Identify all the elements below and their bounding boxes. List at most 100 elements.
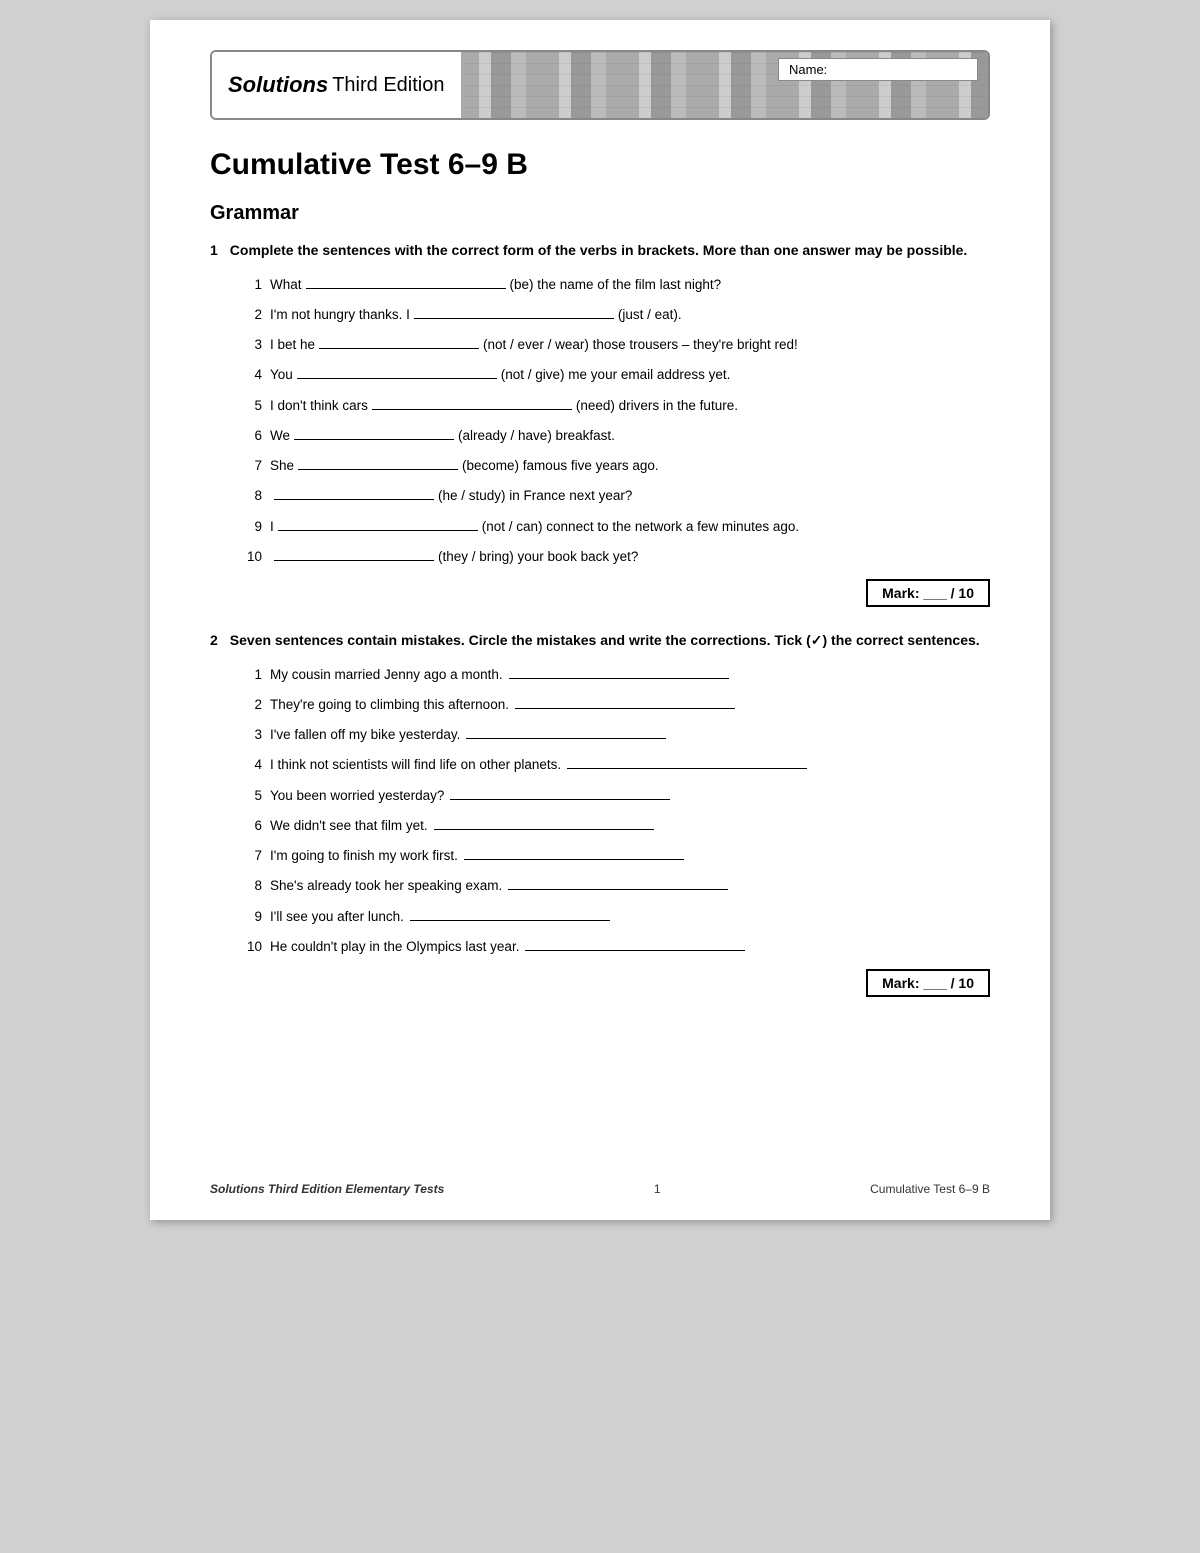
footer-italic: Solutions <box>210 1182 265 1196</box>
page-footer: Solutions Third Edition Elementary Tests… <box>210 1182 990 1196</box>
page: Solutions Third Edition Name: Cumulative… <box>150 20 1050 1220</box>
header-logo: Solutions Third Edition <box>212 52 461 118</box>
footer-right: Cumulative Test 6–9 B <box>870 1182 990 1196</box>
name-box: Name: <box>778 58 978 81</box>
list-item: 9 I'll see you after lunch. <box>238 905 990 927</box>
item-text: (he / study) in France next year? <box>270 484 990 506</box>
item-text: What(be) the name of the film last night… <box>270 273 990 295</box>
item-text: She's already took her speaking exam. <box>270 874 990 896</box>
item-num: 10 <box>238 937 262 957</box>
item-text: I've fallen off my bike yesterday. <box>270 723 990 745</box>
answer-blank <box>278 515 478 531</box>
answer-blank <box>319 333 479 349</box>
item-num: 1 <box>238 665 262 685</box>
exercise-2-num: 2 <box>210 631 218 651</box>
item-text: He couldn't play in the Olympics last ye… <box>270 935 990 957</box>
correction-blank <box>410 905 610 921</box>
item-text: She(become) famous five years ago. <box>270 454 990 476</box>
list-item: 5 I don't think cars(need) drivers in th… <box>238 394 990 416</box>
mark-denom: / 10 <box>951 585 974 601</box>
item-text: I(not / can) connect to the network a fe… <box>270 515 990 537</box>
item-num: 10 <box>238 547 262 567</box>
exercise-1-mark-box: Mark: ___ / 10 <box>210 579 990 607</box>
exercise-1-num: 1 <box>210 241 218 261</box>
item-num: 9 <box>238 517 262 537</box>
exercise-2-items: 1 My cousin married Jenny ago a month. 2… <box>238 663 990 958</box>
mark-badge: Mark: ___ / 10 <box>866 579 990 607</box>
item-num: 8 <box>238 486 262 506</box>
item-text: I think not scientists will find life on… <box>270 753 990 775</box>
mark-badge: Mark: ___ / 10 <box>866 969 990 997</box>
list-item: 2 I'm not hungry thanks. I(just / eat). <box>238 303 990 325</box>
exercise-1-header: 1 Complete the sentences with the correc… <box>210 241 990 261</box>
item-num: 4 <box>238 365 262 385</box>
item-num: 1 <box>238 275 262 295</box>
list-item: 4 I think not scientists will find life … <box>238 753 990 775</box>
footer-left: Solutions Third Edition Elementary Tests <box>210 1182 444 1196</box>
list-item: 6 We didn't see that film yet. <box>238 814 990 836</box>
logo-rest: Third Edition <box>332 74 444 97</box>
exercise-1: 1 Complete the sentences with the correc… <box>210 241 990 607</box>
list-item: 6 We(already / have) breakfast. <box>238 424 990 446</box>
exercise-1-items: 1 What(be) the name of the film last nig… <box>238 273 990 568</box>
exercise-2-instruction: Seven sentences contain mistakes. Circle… <box>230 631 980 651</box>
list-item: 7 I'm going to finish my work first. <box>238 844 990 866</box>
list-item: 4 You(not / give) me your email address … <box>238 363 990 385</box>
list-item: 10 (they / bring) your book back yet? <box>238 545 990 567</box>
item-text: You(not / give) me your email address ye… <box>270 363 990 385</box>
answer-blank <box>298 454 458 470</box>
list-item: 8 (he / study) in France next year? <box>238 484 990 506</box>
item-num: 5 <box>238 786 262 806</box>
list-item: 8 She's already took her speaking exam. <box>238 874 990 896</box>
item-num: 9 <box>238 907 262 927</box>
logo-bold: Solutions <box>228 72 328 98</box>
correction-blank <box>515 693 735 709</box>
correction-blank <box>434 814 654 830</box>
header-pattern: Name: <box>461 52 989 118</box>
correction-blank <box>567 753 807 769</box>
answer-blank <box>297 363 497 379</box>
header-box: Solutions Third Edition Name: <box>210 50 990 120</box>
mark-denom: / 10 <box>951 975 974 991</box>
correction-blank <box>509 663 729 679</box>
list-item: 5 You been worried yesterday? <box>238 784 990 806</box>
exercise-1-instruction: Complete the sentences with the correct … <box>230 241 968 261</box>
answer-blank <box>372 394 572 410</box>
item-num: 4 <box>238 755 262 775</box>
item-text: I'm going to finish my work first. <box>270 844 990 866</box>
list-item: 9 I(not / can) connect to the network a … <box>238 515 990 537</box>
item-text: My cousin married Jenny ago a month. <box>270 663 990 685</box>
list-item: 1 What(be) the name of the film last nig… <box>238 273 990 295</box>
answer-blank <box>306 273 506 289</box>
item-num: 7 <box>238 456 262 476</box>
item-num: 7 <box>238 846 262 866</box>
mark-label: Mark: <box>882 975 919 991</box>
item-text: I'll see you after lunch. <box>270 905 990 927</box>
item-num: 6 <box>238 816 262 836</box>
page-title: Cumulative Test 6–9 B <box>210 148 990 182</box>
footer-rest: Third Edition Elementary Tests <box>265 1182 445 1196</box>
item-num: 6 <box>238 426 262 446</box>
mark-label: Mark: <box>882 585 919 601</box>
item-num: 2 <box>238 305 262 325</box>
list-item: 7 She(become) famous five years ago. <box>238 454 990 476</box>
exercise-2-header: 2 Seven sentences contain mistakes. Circ… <box>210 631 990 651</box>
exercise-2: 2 Seven sentences contain mistakes. Circ… <box>210 631 990 997</box>
item-text: I'm not hungry thanks. I(just / eat). <box>270 303 990 325</box>
answer-blank <box>274 545 434 561</box>
item-num: 2 <box>238 695 262 715</box>
list-item: 1 My cousin married Jenny ago a month. <box>238 663 990 685</box>
correction-blank <box>466 723 666 739</box>
list-item: 3 I've fallen off my bike yesterday. <box>238 723 990 745</box>
answer-blank <box>294 424 454 440</box>
item-text: I bet he(not / ever / wear) those trouse… <box>270 333 990 355</box>
item-text: (they / bring) your book back yet? <box>270 545 990 567</box>
item-num: 5 <box>238 396 262 416</box>
correction-blank <box>525 935 745 951</box>
item-text: They're going to climbing this afternoon… <box>270 693 990 715</box>
correction-blank <box>464 844 684 860</box>
answer-blank <box>414 303 614 319</box>
answer-blank <box>274 484 434 500</box>
list-item: 3 I bet he(not / ever / wear) those trou… <box>238 333 990 355</box>
correction-blank <box>450 784 670 800</box>
